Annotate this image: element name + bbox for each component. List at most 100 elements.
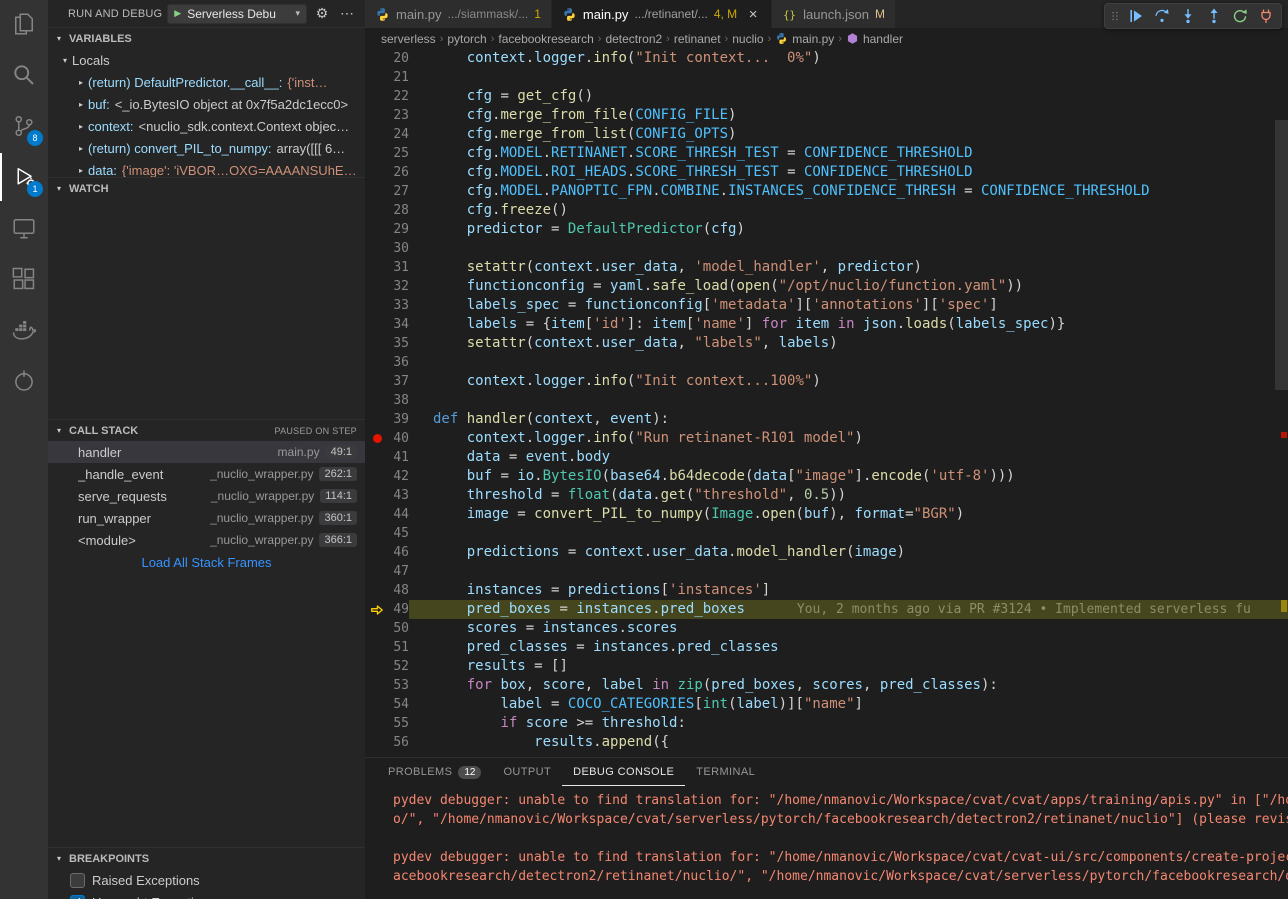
editor-tab-1[interactable]: main.py.../retinanet/...4, M× (552, 0, 771, 28)
code-line[interactable]: 25 cfg.MODEL.RETINANET.SCORE_THRESH_TEST… (365, 144, 1288, 163)
code-line[interactable]: 24 cfg.merge_from_list(CONFIG_OPTS) (365, 125, 1288, 144)
code-line[interactable]: 27 cfg.MODEL.PANOPTIC_FPN.COMBINE.INSTAN… (365, 182, 1288, 201)
gutter-glyph-margin[interactable] (365, 49, 389, 68)
code-line[interactable]: 44 image = convert_PIL_to_numpy(Image.op… (365, 505, 1288, 524)
code-line[interactable]: 52 results = [] (365, 657, 1288, 676)
activity-item-run-and-debug[interactable]: 1 (0, 153, 48, 201)
code-line[interactable]: 20 context.logger.info("Init context... … (365, 49, 1288, 68)
code-line[interactable]: 53 for box, score, label in zip(pred_box… (365, 676, 1288, 695)
activity-item-explorer[interactable] (0, 0, 48, 48)
code-line[interactable]: 40 context.logger.info("Run retinanet-R1… (365, 429, 1288, 448)
code-line[interactable]: 49 pred_boxes = instances.pred_boxesYou,… (365, 600, 1288, 619)
gutter-glyph-margin[interactable] (365, 448, 389, 467)
activity-item-misc-tool[interactable] (0, 357, 48, 405)
code-line[interactable]: 42 buf = io.BytesIO(base64.b64decode(dat… (365, 467, 1288, 486)
panel-tab-problems[interactable]: PROBLEMS12 (377, 758, 492, 786)
code-line[interactable]: 47 (365, 562, 1288, 581)
variable-item[interactable]: ▸buf:<_io.BytesIO object at 0x7f5a2dc1ec… (48, 93, 365, 115)
gutter-glyph-margin[interactable] (365, 695, 389, 714)
restart-button[interactable] (1227, 4, 1253, 28)
gutter-glyph-margin[interactable] (365, 106, 389, 125)
gutter-glyph-margin[interactable] (365, 391, 389, 410)
stack-frame[interactable]: <module>_nuclio_wrapper.py366:1 (48, 529, 365, 551)
variable-item[interactable]: ▸context:<nuclio_sdk.context.Context obj… (48, 115, 365, 137)
code-line[interactable]: 43 threshold = float(data.get("threshold… (365, 486, 1288, 505)
breakpoints-section-header[interactable]: ▾ BREAKPOINTS (48, 847, 365, 869)
breadcrumb-item[interactable]: main.py (775, 32, 834, 46)
code-line[interactable]: 41 data = event.body (365, 448, 1288, 467)
call-stack-section-header[interactable]: ▾ CALL STACK PAUSED ON STEP (48, 419, 365, 441)
variable-item[interactable]: ▸(return) convert_PIL_to_numpy:array([[[… (48, 137, 365, 159)
breadcrumb-item[interactable]: serverless (381, 32, 436, 46)
breadcrumb-item[interactable]: nuclio (732, 32, 763, 46)
code-line[interactable]: 28 cfg.freeze() (365, 201, 1288, 220)
start-debugging-icon[interactable]: ▶ (174, 8, 181, 19)
code-line[interactable]: 22 cfg = get_cfg() (365, 87, 1288, 106)
step-over-button[interactable] (1149, 4, 1175, 28)
gutter-glyph-margin[interactable] (365, 733, 389, 752)
gutter-glyph-margin[interactable] (365, 163, 389, 182)
gutter-glyph-margin[interactable] (365, 505, 389, 524)
close-icon[interactable]: × (745, 6, 761, 23)
code-line[interactable]: 39def handler(context, event): (365, 410, 1288, 429)
code-line[interactable]: 50 scores = instances.scores (365, 619, 1288, 638)
code-line[interactable]: 37 context.logger.info("Init context...1… (365, 372, 1288, 391)
gutter-glyph-margin[interactable] (365, 467, 389, 486)
breadcrumb-item[interactable]: handler (846, 32, 903, 46)
variables-scope-locals[interactable]: ▾Locals (48, 49, 365, 71)
breadcrumb-item[interactable]: retinanet (674, 32, 721, 46)
code-line[interactable]: 33 labels_spec = functionconfig['metadat… (365, 296, 1288, 315)
activity-item-docker[interactable] (0, 306, 48, 354)
breakpoint-item[interactable]: Raised Exceptions (48, 869, 365, 891)
code-line[interactable]: 55 if score >= threshold: (365, 714, 1288, 733)
checkbox[interactable]: ✓ (70, 895, 85, 899)
gutter-glyph-margin[interactable] (365, 68, 389, 87)
gutter-glyph-margin[interactable] (365, 144, 389, 163)
gutter-glyph-margin[interactable] (365, 676, 389, 695)
activity-item-source-control[interactable]: 8 (0, 102, 48, 150)
breakpoint-item[interactable]: ✓Uncaught Exceptions (48, 891, 365, 899)
gutter-glyph-margin[interactable] (365, 277, 389, 296)
gutter-glyph-margin[interactable] (365, 87, 389, 106)
gutter-glyph-margin[interactable] (365, 372, 389, 391)
step-out-button[interactable] (1201, 4, 1227, 28)
variables-section-header[interactable]: ▾ VARIABLES (48, 27, 365, 49)
gutter-glyph-margin[interactable] (365, 714, 389, 733)
code-line[interactable]: 31 setattr(context.user_data, 'model_han… (365, 258, 1288, 277)
variable-item[interactable]: ▸(return) DefaultPredictor.__call__:{'in… (48, 71, 365, 93)
activity-item-remote-explorer[interactable] (0, 204, 48, 252)
gutter-glyph-margin[interactable] (365, 657, 389, 676)
stack-frame[interactable]: run_wrapper_nuclio_wrapper.py360:1 (48, 507, 365, 529)
gutter-glyph-margin[interactable] (365, 486, 389, 505)
editor-scrollbar[interactable] (1275, 120, 1288, 390)
code-line[interactable]: 56 results.append({ (365, 733, 1288, 752)
more-actions-icon[interactable]: ⋯ (337, 5, 357, 22)
gutter-glyph-margin[interactable] (365, 543, 389, 562)
stack-frame[interactable]: _handle_event_nuclio_wrapper.py262:1 (48, 463, 365, 485)
disconnect-button[interactable] (1253, 4, 1279, 28)
breadcrumb-item[interactable]: facebookresearch (498, 32, 593, 46)
gutter-glyph-margin[interactable] (365, 410, 389, 429)
activity-item-search[interactable] (0, 51, 48, 99)
gutter-glyph-margin[interactable] (365, 239, 389, 258)
code-line[interactable]: 45 (365, 524, 1288, 543)
breadcrumb-item[interactable]: detectron2 (605, 32, 662, 46)
editor-tab-0[interactable]: main.py.../siammask/...1 (365, 0, 551, 28)
gutter-glyph-margin[interactable] (365, 182, 389, 201)
gutter-glyph-margin[interactable] (365, 429, 389, 448)
code-line[interactable]: 32 functionconfig = yaml.safe_load(open(… (365, 277, 1288, 296)
gutter-glyph-margin[interactable] (365, 638, 389, 657)
code-line[interactable]: 48 instances = predictions['instances'] (365, 581, 1288, 600)
panel-tab-output[interactable]: OUTPUT (492, 758, 562, 786)
load-all-stack-frames-link[interactable]: Load All Stack Frames (48, 555, 365, 570)
drag-handle-icon[interactable] (1107, 8, 1123, 24)
gutter-glyph-margin[interactable] (365, 334, 389, 353)
code-line[interactable]: 36 (365, 353, 1288, 372)
gutter-glyph-margin[interactable] (365, 562, 389, 581)
code-line[interactable]: 51 pred_classes = instances.pred_classes (365, 638, 1288, 657)
gutter-glyph-margin[interactable] (365, 353, 389, 372)
debug-config-dropdown[interactable]: ▶ Serverless Debu ▾ (167, 4, 307, 24)
continue-button[interactable] (1123, 4, 1149, 28)
gutter-glyph-margin[interactable] (365, 201, 389, 220)
code-line[interactable]: 35 setattr(context.user_data, "labels", … (365, 334, 1288, 353)
